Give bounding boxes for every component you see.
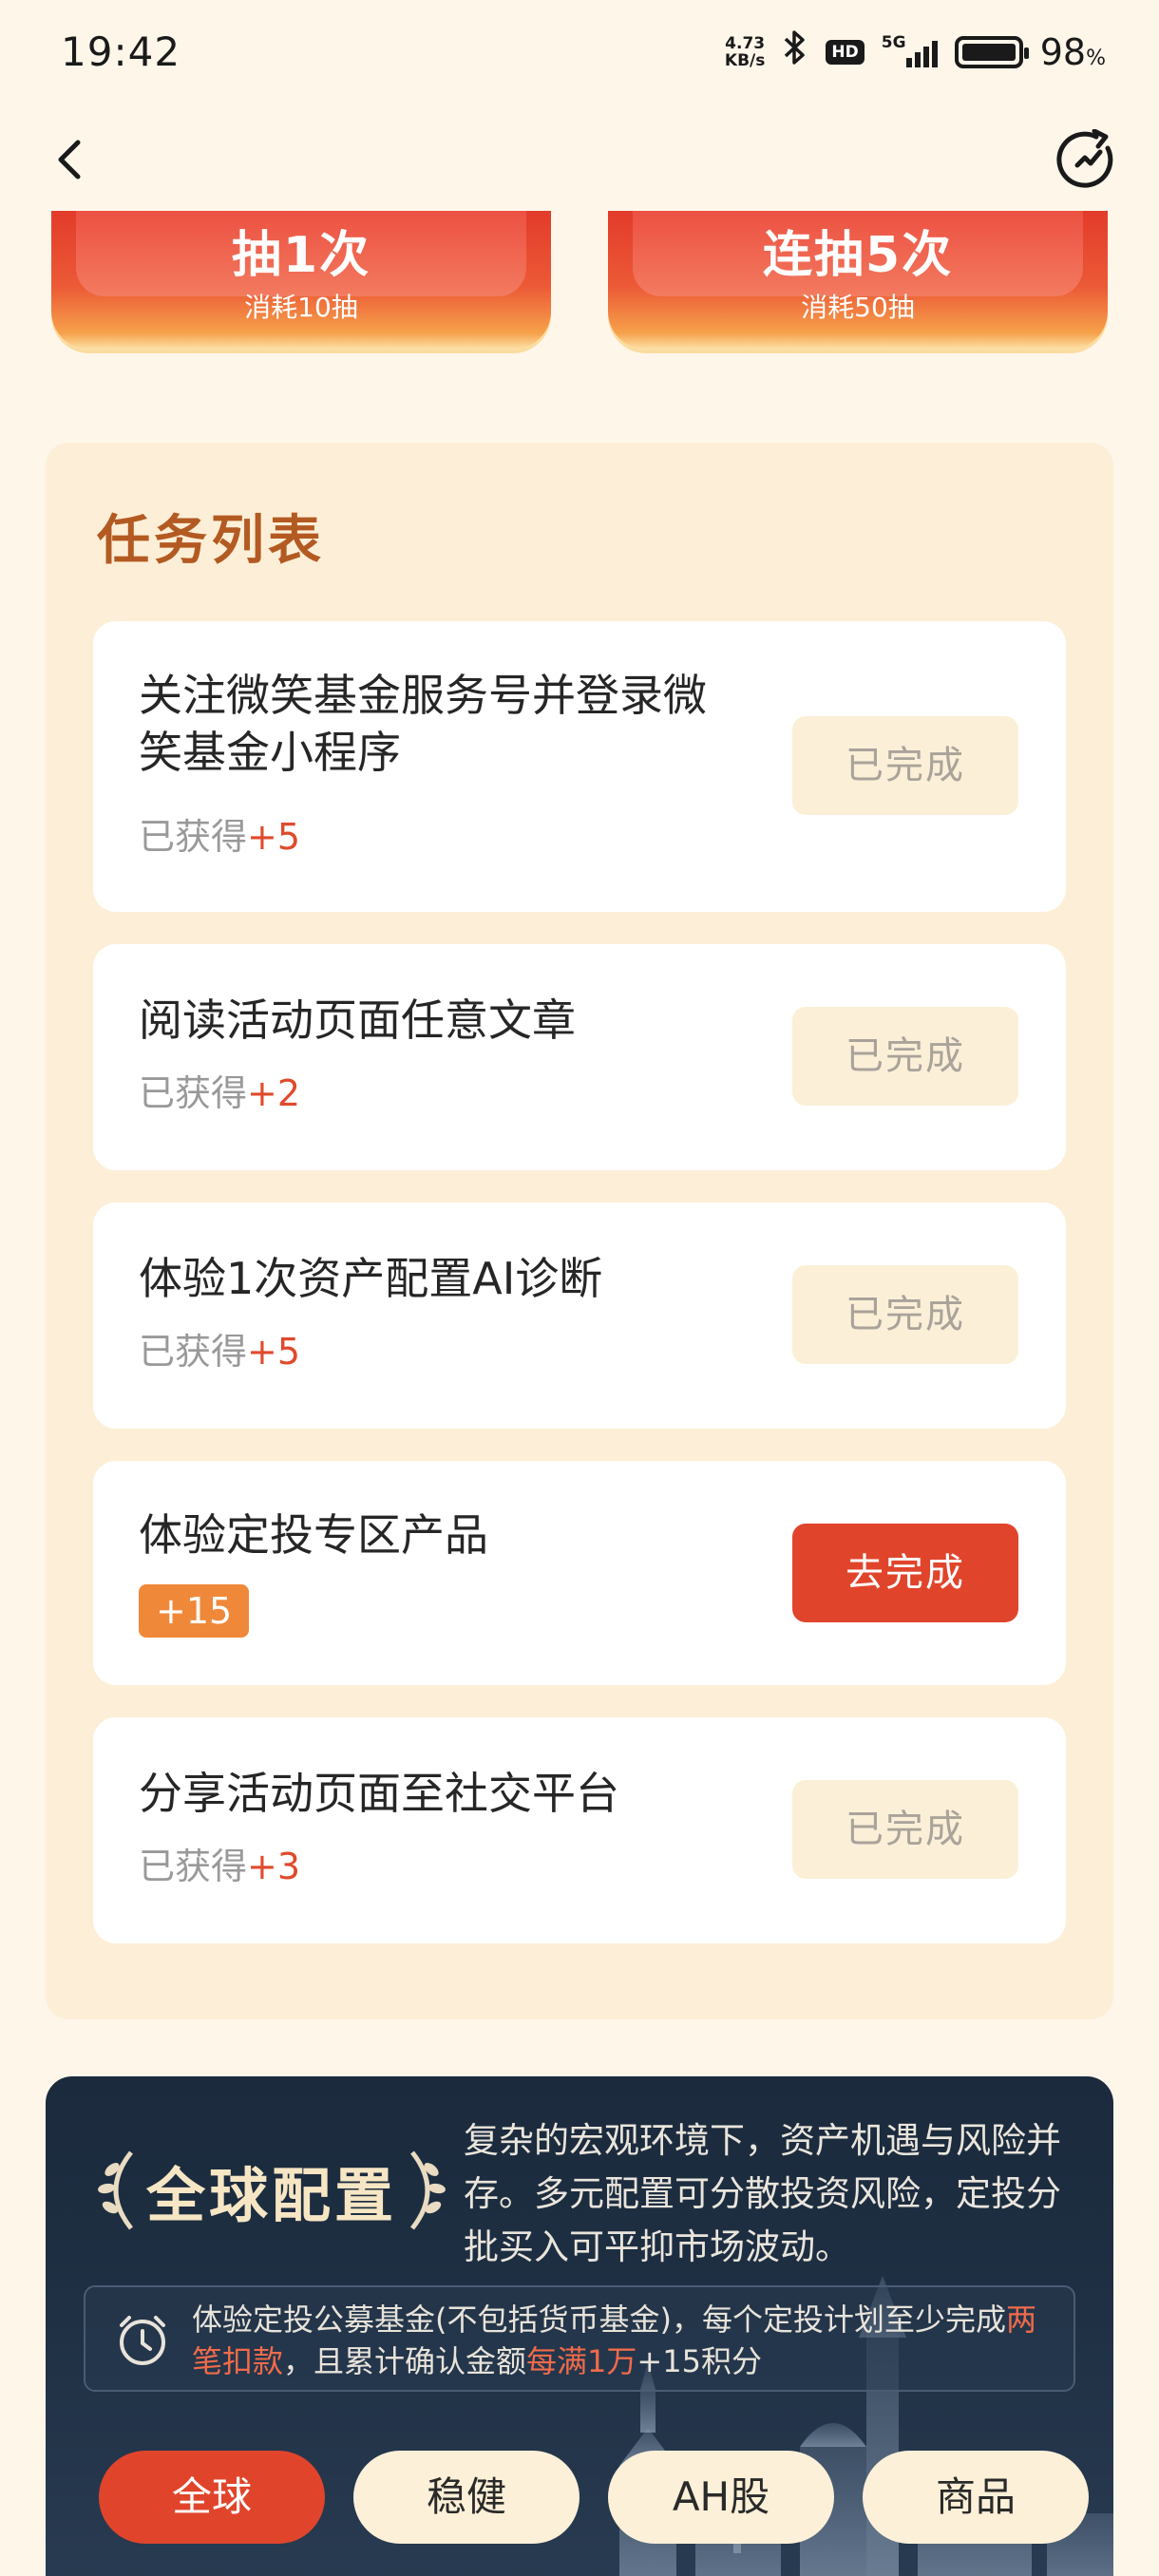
task-title: 分享活动页面至社交平台 [139, 1768, 619, 1819]
task-reward: 已获得+5 [139, 1331, 301, 1373]
refresh-button[interactable] [1056, 128, 1119, 192]
laurel-right-icon [410, 2150, 446, 2230]
investment-notice: 体验定投公募基金(不包括货币基金)，每个定投计划至少完成两笔扣款，且累计确认金额… [84, 2285, 1075, 2392]
battery-icon [954, 35, 1029, 68]
global-allocation-title: 全球配置 [95, 2145, 448, 2236]
draw-five-label: 连抽5次 [762, 227, 954, 284]
allocation-tabs: 全球 稳健 AH股 商品 [99, 2451, 1089, 2544]
alarm-clock-icon [120, 2316, 165, 2365]
draw-once-cost: 消耗10抽 [244, 292, 358, 323]
tab-steady[interactable]: 稳健 [353, 2451, 580, 2544]
task-card: 分享活动页面至社交平台 已获得+3 已完成 [93, 1717, 1066, 1943]
task-list-title: 任务列表 [97, 510, 325, 572]
task-status-button[interactable]: 已完成 [792, 1007, 1018, 1106]
global-allocation-card: 全球配置 复杂的宏观环境下，资产机遇与风险并存。多元配置可分散投资风险，定投分批… [46, 2076, 1113, 2576]
task-title: 关注微笑基金服务号并登录微笑基金小程序 [139, 670, 707, 778]
bluetooth-icon [782, 28, 808, 75]
draw-once-button[interactable]: 抽1次 消耗10抽 [51, 211, 551, 350]
task-title: 体验定投专区产品 [139, 1509, 488, 1561]
task-reward: 已获得+5 [139, 816, 301, 858]
tab-ah-shares[interactable]: AH股 [608, 2451, 834, 2544]
task-card: 体验1次资产配置AI诊断 已获得+5 已完成 [93, 1203, 1066, 1429]
tab-global[interactable]: 全球 [99, 2451, 325, 2544]
battery-level: 98% [1039, 30, 1106, 73]
network-speed-value: 4.73 [725, 33, 766, 53]
draw-five-button[interactable]: 连抽5次 消耗50抽 [608, 211, 1108, 350]
task-card: 体验定投专区产品 +15 去完成 [93, 1461, 1066, 1685]
investment-notice-text: 体验定投公募基金(不包括货币基金)，每个定投计划至少完成两笔扣款，且累计确认金额… [192, 2301, 1036, 2379]
task-panel: 任务列表 关注微笑基金服务号并登录微笑基金小程序 已获得+5 已完成 阅读活动页… [46, 443, 1113, 2019]
tab-commodities[interactable]: 商品 [863, 2451, 1089, 2544]
task-card: 阅读活动页面任意文章 已获得+2 已完成 [93, 944, 1066, 1170]
task-reward: 已获得+3 [139, 1846, 301, 1887]
task-reward: 已获得+2 [139, 1072, 301, 1114]
task-title: 体验1次资产配置AI诊断 [139, 1253, 603, 1304]
laurel-left-icon [98, 2150, 133, 2230]
network-speed: 4.73 KB/s [725, 35, 765, 69]
hd-badge: HD [826, 39, 864, 65]
network-type: 5G [881, 32, 906, 52]
task-status-button[interactable]: 已完成 [792, 1780, 1018, 1879]
draw-once-label: 抽1次 [231, 227, 371, 284]
status-icons: 4.73 KB/s HD 5G 98% [725, 28, 1106, 75]
task-title: 阅读活动页面任意文章 [139, 994, 576, 1046]
task-reward-badge: +15 [139, 1584, 250, 1638]
draw-buttons: 抽1次 消耗10抽 连抽5次 消耗50抽 [51, 211, 1108, 350]
task-status-button[interactable]: 已完成 [792, 1265, 1018, 1364]
status-bar: 19:42 4.73 KB/s HD 5G 98% [0, 0, 1159, 112]
back-button[interactable] [46, 131, 91, 188]
draw-five-cost: 消耗50抽 [801, 292, 915, 323]
task-go-button[interactable]: 去完成 [792, 1524, 1018, 1622]
signal-icon: 5G [882, 33, 938, 67]
network-speed-unit: KB/s [724, 50, 766, 70]
status-time: 19:42 [61, 28, 181, 75]
refresh-icon [1056, 128, 1113, 188]
task-status-button[interactable]: 已完成 [792, 716, 1018, 815]
global-allocation-title-text: 全球配置 [146, 2161, 398, 2230]
back-arrow-icon [58, 140, 81, 180]
global-allocation-description: 复杂的宏观环境下，资产机遇与风险并存。多元配置可分散投资风险，定投分批买入可平抑… [464, 2120, 1061, 2267]
task-card: 关注微笑基金服务号并登录微笑基金小程序 已获得+5 已完成 [93, 621, 1066, 912]
